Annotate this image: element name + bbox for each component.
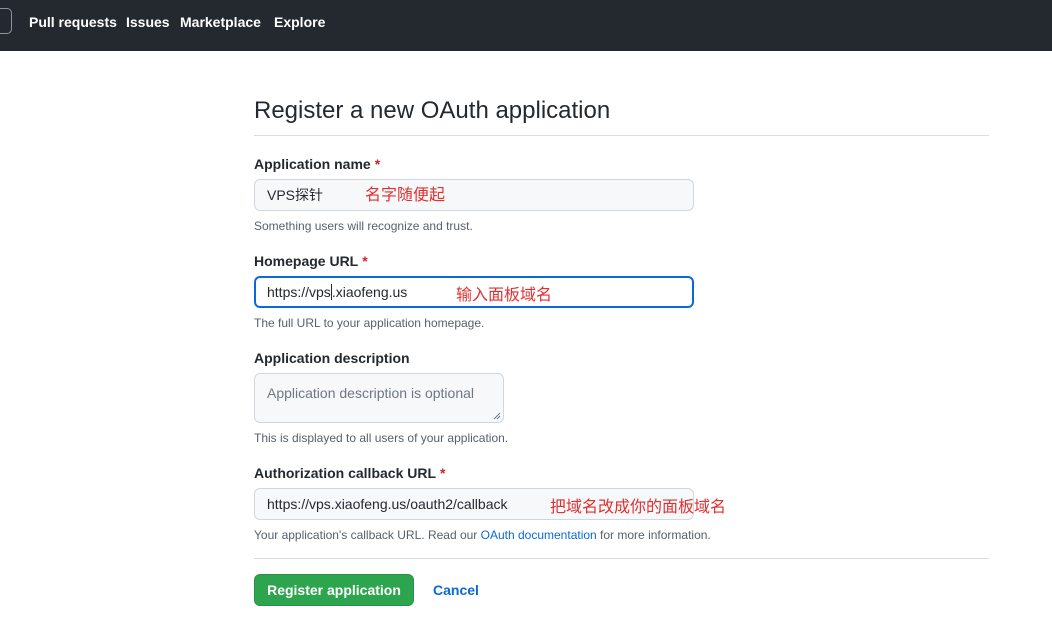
callback-note-text: Your application's callback URL. Read ou… (254, 528, 481, 542)
oauth-documentation-link[interactable]: OAuth documentation (481, 528, 597, 542)
description-label: Application description (254, 350, 410, 366)
global-header: Pull requests Issues Marketplace Explore (0, 0, 1052, 51)
nav-marketplace[interactable]: Marketplace (180, 13, 261, 31)
description-note: This is displayed to all users of your a… (254, 431, 509, 445)
description-placeholder: Application description is optional (267, 385, 475, 401)
homepage-url-annotation: 输入面板域名 (456, 285, 553, 304)
callback-url-annotation: 把域名改成你的面板域名 (550, 497, 727, 516)
app-name-input[interactable]: VPS探针 (254, 179, 694, 211)
title-divider (254, 135, 989, 136)
nav-pull-requests[interactable]: Pull requests (29, 13, 117, 31)
callback-url-note: Your application's callback URL. Read ou… (254, 527, 711, 543)
description-textarea[interactable]: Application description is optional (254, 373, 504, 423)
app-name-label: Application name * (254, 155, 380, 173)
homepage-url-value-part1: https://vps (267, 284, 331, 300)
nav-explore[interactable]: Explore (274, 13, 325, 31)
cancel-button[interactable]: Cancel (433, 581, 479, 599)
header-logo-icon[interactable] (0, 8, 12, 34)
register-application-button[interactable]: Register application (254, 574, 414, 606)
form-divider (254, 558, 989, 559)
callback-url-label: Authorization callback URL * (254, 464, 445, 482)
callback-url-value: https://vps.xiaofeng.us/oauth2/callback (267, 496, 508, 512)
app-name-label-text: Application name (254, 156, 371, 172)
homepage-url-label-text: Homepage URL (254, 253, 359, 269)
app-name-annotation: 名字随便起 (365, 185, 446, 204)
callback-url-label-text: Authorization callback URL (254, 465, 437, 481)
required-mark: * (362, 253, 368, 269)
app-name-note: Something users will recognize and trust… (254, 219, 473, 233)
required-mark: * (440, 465, 446, 481)
required-mark: * (374, 156, 381, 172)
homepage-url-note: The full URL to your application homepag… (254, 316, 485, 330)
nav-issues[interactable]: Issues (126, 13, 170, 31)
app-name-value: VPS探针 (267, 187, 324, 203)
page-title: Register a new OAuth application (254, 97, 611, 124)
homepage-url-label: Homepage URL * (254, 252, 368, 270)
resize-grip-icon[interactable] (493, 412, 501, 420)
callback-note-text-end: for more information. (596, 528, 711, 542)
homepage-url-value-part2: .xiaofeng.us (331, 284, 408, 300)
